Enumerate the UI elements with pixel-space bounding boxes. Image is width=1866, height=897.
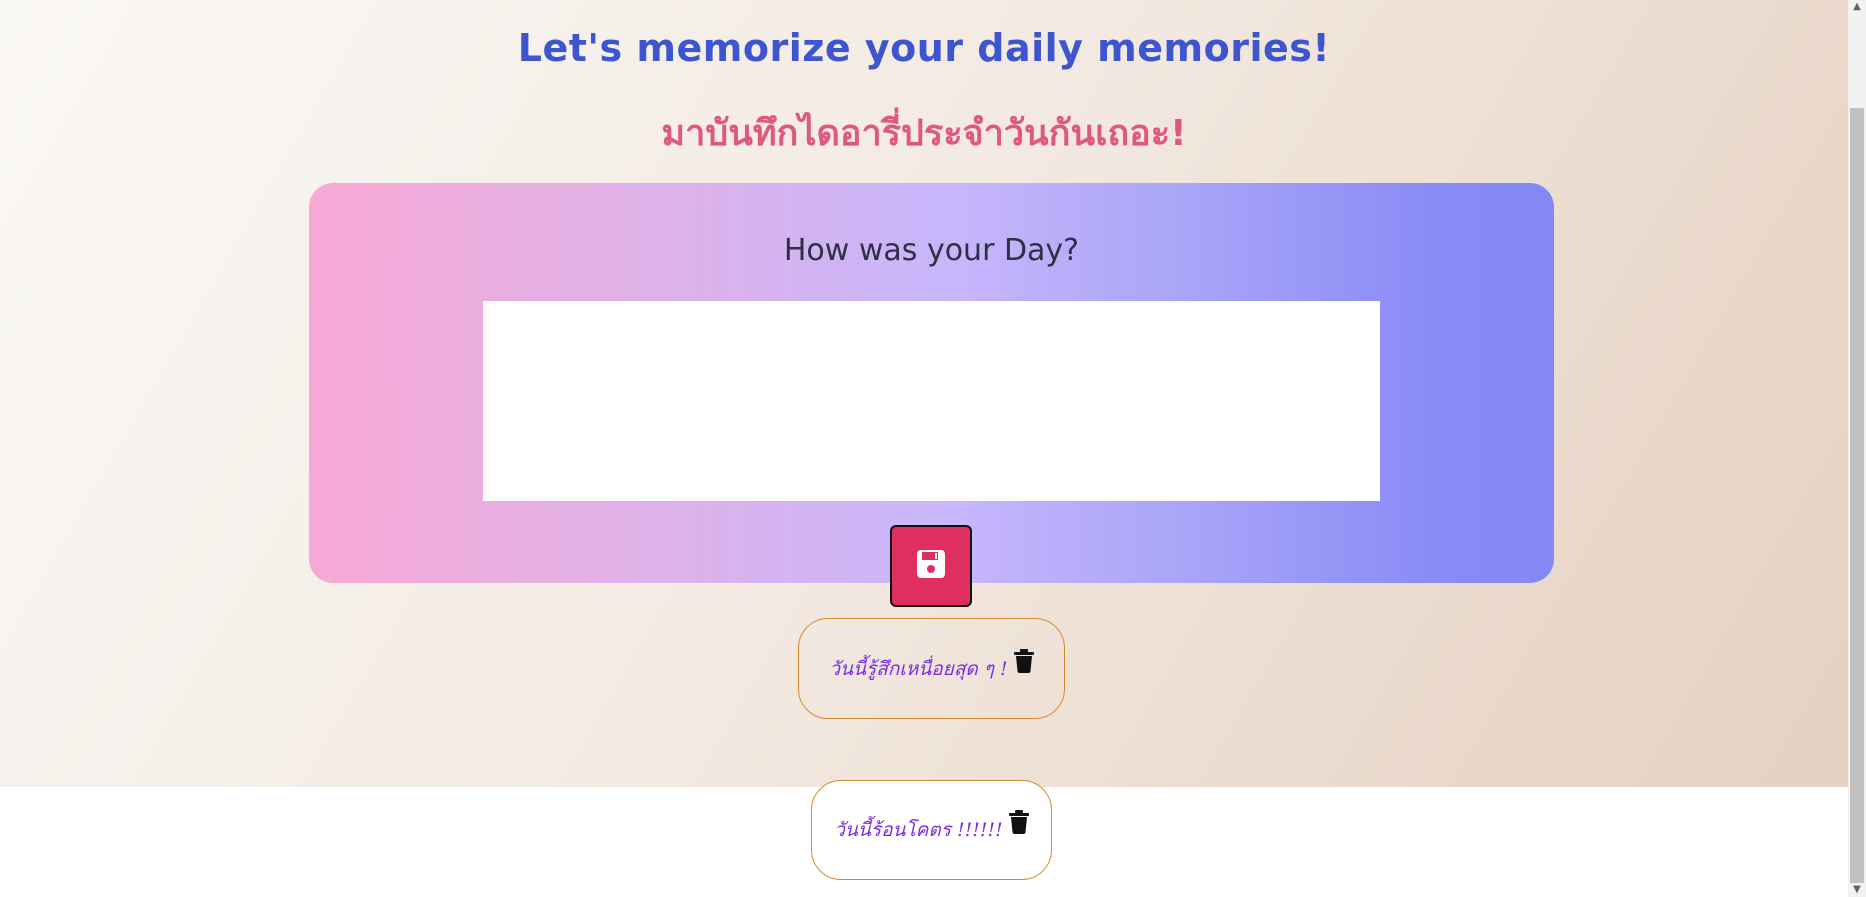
scrollbar-thumb[interactable] xyxy=(1850,108,1864,883)
memory-text: วันนี้รู้สึกเหนื่อยสุด ๆ ! xyxy=(829,657,1008,680)
save-button-face xyxy=(894,528,968,604)
diary-textarea[interactable] xyxy=(483,301,1380,501)
memory-item: วันนี้รู้สึกเหนื่อยสุด ๆ ! xyxy=(798,618,1065,719)
vertical-scrollbar[interactable]: ▲ ▼ xyxy=(1848,0,1866,897)
save-button[interactable] xyxy=(890,525,972,607)
page-title: Let's memorize your daily memories! xyxy=(517,26,1331,70)
trash-icon[interactable] xyxy=(1008,810,1029,838)
memory-item: วันนี้ร้อนโคตร !!!!!! xyxy=(811,780,1052,880)
memory-text: วันนี้ร้อนโคตร !!!!!! xyxy=(834,819,1003,841)
scroll-down-arrow-icon[interactable]: ▼ xyxy=(1848,883,1866,897)
trash-icon[interactable] xyxy=(1013,648,1034,677)
floppy-disk-icon xyxy=(915,548,947,584)
diary-card-heading: How was your Day? xyxy=(783,233,1080,268)
page: Let's memorize your daily memories! มาบั… xyxy=(0,0,1848,897)
page-subtitle-thai: มาบันทึกไดอารี่ประจำวันกันเถอะ! xyxy=(661,113,1187,154)
scroll-up-arrow-icon[interactable]: ▲ xyxy=(1848,0,1866,14)
